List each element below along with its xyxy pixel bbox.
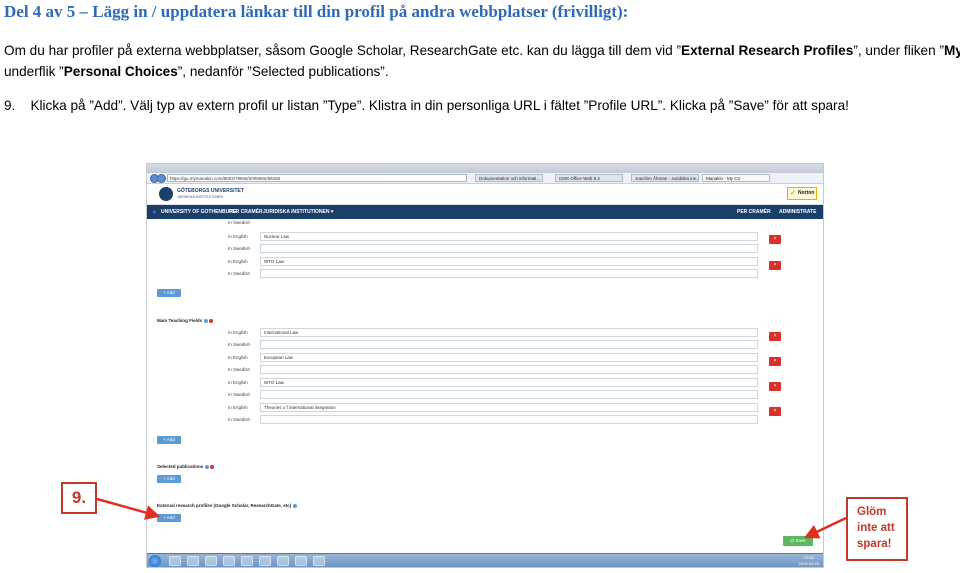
forward-icon[interactable] bbox=[157, 174, 166, 183]
delete-button[interactable]: × bbox=[769, 332, 781, 341]
text-field[interactable] bbox=[260, 390, 758, 399]
field-label: In Swedish bbox=[228, 367, 251, 372]
text-field[interactable]: International Law bbox=[260, 328, 758, 337]
cv-form: In Swedish In English Nuclear Law × In S… bbox=[147, 219, 823, 554]
delete-button[interactable]: × bbox=[769, 261, 781, 270]
field-label: In Swedish bbox=[228, 220, 251, 225]
field-label: In Swedish bbox=[228, 417, 251, 422]
delete-button[interactable]: × bbox=[769, 235, 781, 244]
step-callout: 9. bbox=[61, 482, 97, 514]
acrobat-icon[interactable] bbox=[295, 556, 307, 566]
add-button[interactable]: + Add bbox=[157, 436, 181, 444]
field-label: In English bbox=[228, 355, 248, 360]
text-field[interactable]: WTO Law bbox=[260, 257, 758, 266]
university-name: GÖTEBORGS UNIVERSITET bbox=[177, 188, 244, 194]
required-icon bbox=[209, 318, 214, 323]
help-icon[interactable] bbox=[205, 464, 210, 469]
document-heading: Del 4 av 5 – Lägg in / uppdatera länkar … bbox=[4, 2, 629, 21]
text-field[interactable] bbox=[260, 340, 758, 349]
field-label: In English bbox=[228, 330, 248, 335]
browser-toolbar: https://gu.mymanakin.com/5003/78508/2005… bbox=[147, 173, 823, 184]
ie-icon[interactable] bbox=[169, 556, 181, 566]
nav-home[interactable]: UNIVERSITY OF GOTHENBURG bbox=[161, 205, 237, 219]
site-header: GÖTEBORGS UNIVERSITET JURIDISKA INSTITUT… bbox=[147, 184, 823, 205]
nav-user[interactable]: PER CRAMÉR bbox=[229, 205, 263, 219]
text-field[interactable]: WTO Law bbox=[260, 378, 758, 387]
text-field[interactable] bbox=[260, 244, 758, 253]
nav-department[interactable]: JURIDISKA INSTITUTIONEN ▾ bbox=[263, 205, 333, 219]
nav-user-right[interactable]: PER CRAMÉR bbox=[737, 205, 771, 219]
text-field[interactable]: Nuclear Law bbox=[260, 232, 758, 241]
required-icon bbox=[210, 464, 215, 469]
intro-line-2: underflik ”Personal Choices”, nedanför ”… bbox=[4, 64, 389, 79]
site-nav: ⌂ UNIVERSITY OF GOTHENBURG PER CRAMÉR JU… bbox=[147, 205, 823, 219]
delete-button[interactable]: × bbox=[769, 357, 781, 366]
add-button[interactable]: + Add bbox=[157, 289, 181, 297]
nav-admin[interactable]: ADMINISTRATE bbox=[779, 205, 816, 219]
home-icon[interactable]: ⌂ bbox=[153, 205, 156, 219]
cv-screenshot: https://gu.mymanakin.com/5003/78508/2005… bbox=[146, 163, 824, 568]
windows-taskbar: 12:06 2018-03-28 bbox=[147, 553, 823, 567]
intro-paragraph: Om du har profiler på externa webbplatse… bbox=[4, 40, 960, 82]
text-field[interactable] bbox=[260, 269, 758, 278]
field-label: In Swedish bbox=[228, 342, 251, 347]
chrome-icon[interactable] bbox=[187, 556, 199, 566]
section-title-publications: Selected publications bbox=[157, 464, 215, 469]
field-label: In Swedish bbox=[228, 271, 251, 276]
browser-tab[interactable]: CMS Office Web 8.2 bbox=[555, 174, 623, 182]
university-subtitle: JURIDISKA INSTITUTIONEN bbox=[177, 195, 223, 199]
text-field[interactable]: European Law bbox=[260, 353, 758, 362]
section-title-external-profiles: External research profiles (Google Schol… bbox=[157, 503, 298, 508]
taskbar-clock: 12:06 2018-03-28 bbox=[798, 555, 819, 566]
field-label: In English bbox=[228, 380, 248, 385]
save-reminder-callout: Glöm inte att spara! bbox=[846, 497, 908, 561]
step-number: 9. bbox=[4, 98, 16, 113]
delete-button[interactable]: × bbox=[769, 407, 781, 416]
explorer-icon[interactable] bbox=[205, 556, 217, 566]
text-field[interactable]: Theories o f international integration bbox=[260, 403, 758, 412]
media-icon[interactable] bbox=[223, 556, 235, 566]
start-icon[interactable] bbox=[149, 555, 161, 567]
browser-tab-strip bbox=[147, 164, 823, 173]
text-field[interactable] bbox=[260, 365, 758, 374]
field-label: In Swedish bbox=[228, 392, 251, 397]
save-button[interactable]: ⊡ Save bbox=[783, 536, 813, 546]
word-icon[interactable] bbox=[313, 556, 325, 566]
browser-tab[interactable]: Dokumentation och informati... bbox=[475, 174, 543, 182]
browser-tab[interactable]: Joachim Åhman - Juridiska ins... bbox=[631, 174, 699, 182]
address-bar[interactable]: https://gu.mymanakin.com/5003/78508/2005… bbox=[167, 174, 467, 182]
excel-icon[interactable] bbox=[241, 556, 253, 566]
help-icon[interactable] bbox=[204, 318, 209, 323]
powerpoint-icon[interactable] bbox=[277, 556, 289, 566]
external-profile-add-button[interactable]: + Add bbox=[157, 514, 181, 522]
field-label: In English bbox=[228, 405, 248, 410]
step-instruction: 9. Klicka på ”Add”. Välj typ av extern p… bbox=[4, 95, 849, 116]
norton-badge: Norton bbox=[787, 187, 817, 200]
section-title-teaching: Main Teaching Fields bbox=[157, 318, 214, 323]
text-field[interactable] bbox=[260, 415, 758, 424]
delete-button[interactable]: × bbox=[769, 382, 781, 391]
browser-tab-active[interactable]: Manakin - My CV bbox=[702, 174, 770, 182]
field-label: In Swedish bbox=[228, 246, 251, 251]
help-icon[interactable] bbox=[293, 503, 298, 508]
outlook-icon[interactable] bbox=[259, 556, 271, 566]
field-label: In English bbox=[228, 259, 248, 264]
step-text: Klicka på ”Add”. Välj typ av extern prof… bbox=[30, 98, 849, 113]
university-logo bbox=[159, 187, 173, 201]
intro-line-1: Om du har profiler på externa webbplatse… bbox=[4, 43, 960, 58]
field-label: In English bbox=[228, 234, 248, 239]
add-button[interactable]: + Add bbox=[157, 475, 181, 483]
